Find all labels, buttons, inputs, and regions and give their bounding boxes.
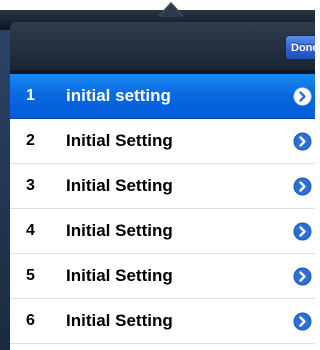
table-row[interactable]: 6 Initial Setting	[10, 299, 315, 344]
row-label: Initial Setting	[66, 176, 173, 195]
popover-screen: Done 1 initial setting 2 Initial Setting…	[0, 0, 315, 350]
done-button[interactable]: Done	[285, 35, 315, 60]
detail-disclosure-icon[interactable]	[293, 267, 312, 286]
row-number: 5	[26, 267, 35, 284]
row-number: 4	[26, 222, 35, 239]
popover-arrow-inner	[160, 5, 182, 17]
row-number: 2	[26, 132, 35, 149]
row-label: Initial Setting	[66, 131, 173, 150]
row-label: Initial Setting	[66, 311, 173, 330]
row-number: 1	[26, 87, 35, 104]
row-label: Initial Setting	[66, 221, 173, 240]
table-row[interactable]: 4 Initial Setting	[10, 209, 315, 254]
background-app-edge	[0, 30, 10, 350]
table-row[interactable]: 5 Initial Setting	[10, 254, 315, 299]
detail-disclosure-icon[interactable]	[293, 132, 312, 151]
table-row[interactable]: 1 initial setting	[10, 74, 315, 119]
detail-disclosure-icon[interactable]	[293, 312, 312, 331]
settings-table: 1 initial setting 2 Initial Setting 3 In…	[10, 74, 315, 350]
row-number: 6	[26, 312, 35, 329]
table-row[interactable]: 2 Initial Setting	[10, 119, 315, 164]
popover-navbar	[10, 22, 315, 70]
row-label: Initial Setting	[66, 266, 173, 285]
row-number: 3	[26, 177, 35, 194]
table-row[interactable]: 3 Initial Setting	[10, 164, 315, 209]
detail-disclosure-icon[interactable]	[293, 222, 312, 241]
row-label: initial setting	[66, 86, 171, 105]
detail-disclosure-icon[interactable]	[293, 87, 312, 106]
detail-disclosure-icon[interactable]	[293, 177, 312, 196]
